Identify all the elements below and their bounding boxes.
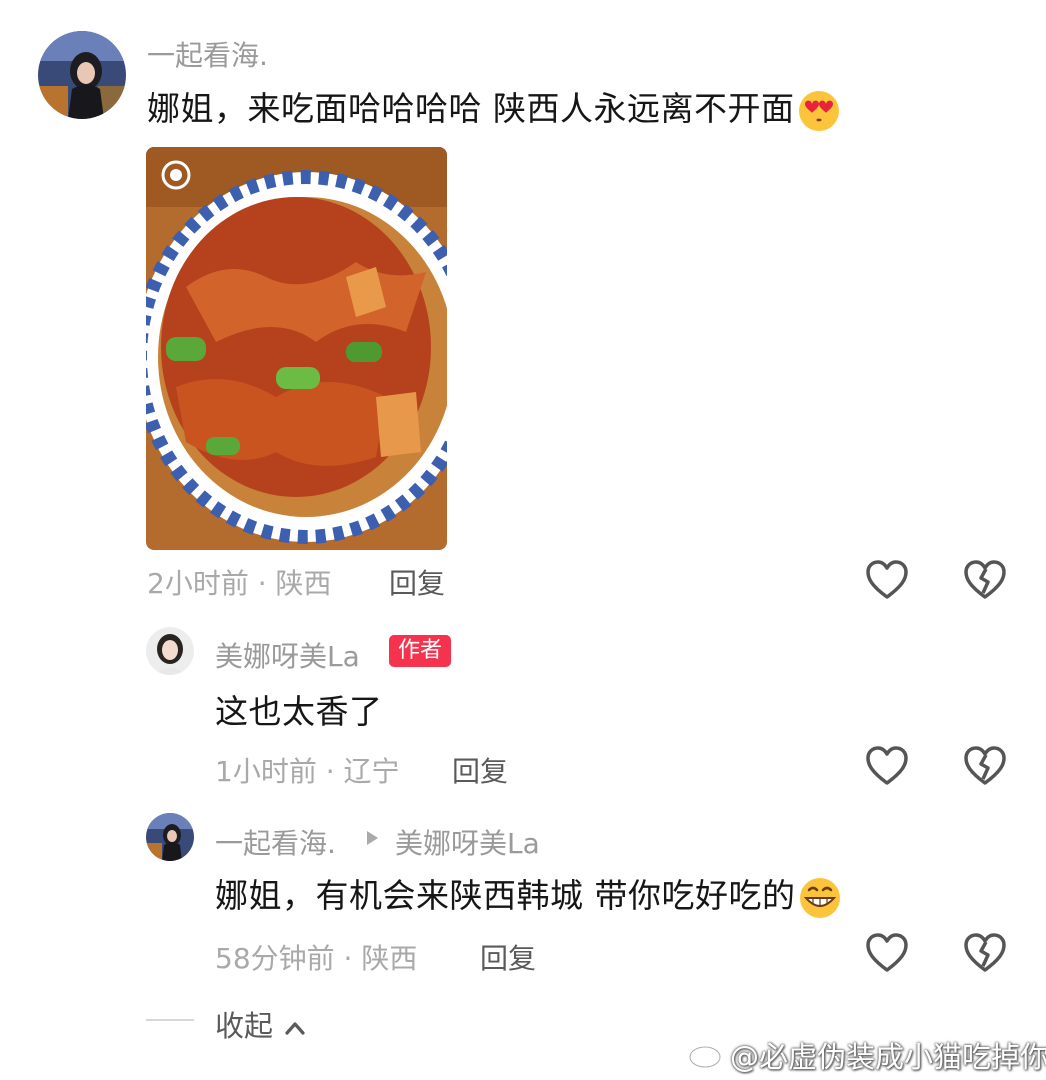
reply-text: 这也太香了	[215, 692, 383, 731]
reply-text: 娜姐，有机会来陕西韩城 带你吃好吃的	[215, 873, 842, 920]
reply-meta: 1小时前 · 辽宁	[215, 755, 400, 788]
comment-username[interactable]: 一起看海.	[147, 34, 268, 74]
like-heart-icon[interactable]	[864, 743, 910, 789]
heart-eyes-emoji	[797, 89, 841, 133]
comment-meta: 2小时前 · 陕西	[147, 567, 332, 600]
collapse-label: 收起	[215, 1009, 274, 1043]
chevron-up-icon	[285, 1022, 305, 1035]
avatar[interactable]	[38, 31, 126, 119]
reply-meta: 58分钟前 · 陕西	[215, 942, 418, 975]
reply-button[interactable]: 回复	[480, 937, 536, 977]
like-heart-icon[interactable]	[864, 557, 910, 603]
grinning-emoji	[798, 876, 842, 920]
collapse-button[interactable]: 收起	[215, 1003, 306, 1045]
comment-text-content: 娜姐，来吃面哈哈哈哈 陕西人永远离不开面	[147, 89, 795, 128]
comment-image[interactable]	[146, 147, 447, 550]
watermark-text: @必虚伪装成小猫吃掉你	[730, 1040, 1046, 1074]
dislike-broken-heart-icon[interactable]	[962, 743, 1008, 789]
reply-button[interactable]: 回复	[389, 562, 445, 602]
comment-text: 娜姐，来吃面哈哈哈哈 陕西人永远离不开面	[147, 86, 841, 133]
avatar[interactable]	[146, 813, 194, 861]
weibo-logo-icon	[688, 1036, 728, 1070]
reply-username[interactable]: 一起看海.	[215, 822, 336, 862]
like-heart-icon[interactable]	[864, 930, 910, 976]
dislike-broken-heart-icon[interactable]	[962, 557, 1008, 603]
collapse-divider	[146, 1019, 194, 1021]
reply-button[interactable]: 回复	[452, 750, 508, 790]
avatar[interactable]	[146, 627, 194, 675]
reply-username[interactable]: 美娜呀美La	[215, 635, 360, 675]
reply-to-username[interactable]: 美娜呀美La	[395, 822, 540, 862]
dislike-broken-heart-icon[interactable]	[962, 930, 1008, 976]
author-badge: 作者	[389, 635, 452, 667]
reply-text-content: 娜姐，有机会来陕西韩城 带你吃好吃的	[215, 876, 796, 915]
reply-arrow-icon	[364, 829, 380, 847]
